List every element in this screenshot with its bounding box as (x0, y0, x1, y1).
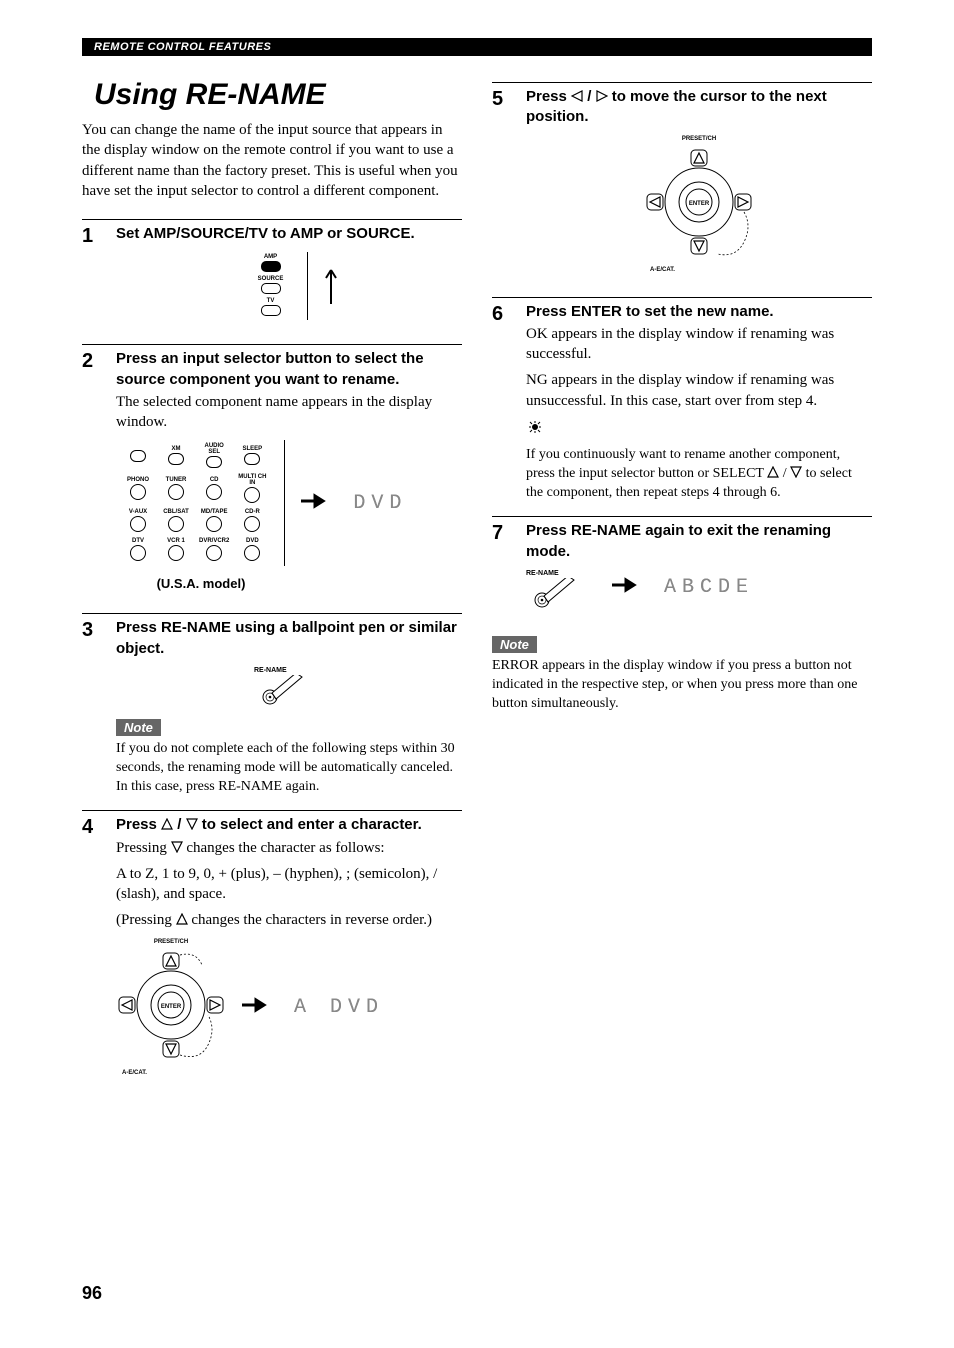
page-title: Using RE-NAME (94, 78, 462, 112)
step-6-tip-text: If you continuously want to rename anoth… (526, 446, 872, 503)
up-arrow-icon (324, 264, 338, 309)
step-4-diagram: PRESET/CH A-E/CAT. A DVD (116, 939, 462, 1076)
rename-label: RE-NAME (254, 667, 287, 674)
btn-cblsat-label: CBL/SAT (163, 509, 189, 515)
triangle-up-icon (161, 816, 173, 833)
dpad-graphic: PRESET/CH A-E/CAT. (116, 939, 226, 1076)
step-4-lcd: A DVD (294, 996, 384, 1019)
final-note-text: ERROR appears in the display window if y… (492, 657, 872, 714)
btn-tuner-label: TUNER (166, 477, 187, 483)
final-note-label: Note (492, 636, 537, 653)
rename-pen-button-graphic: RE-NAME (526, 570, 596, 606)
step-5-heading: Press / to move the cursor to the next p… (526, 87, 872, 128)
step-5-diagram: PRESET/CH A-E/CAT. (526, 136, 872, 273)
step-6-tip (526, 417, 872, 440)
step-1-number: 1 (82, 224, 102, 330)
page-content: Using RE-NAME You can change the name of… (82, 72, 872, 1100)
triangle-right-icon (596, 88, 608, 105)
step-4: 4 Press / to select and enter a characte… (82, 810, 462, 1085)
step-7: 7 Press RE-NAME again to exit the renami… (492, 516, 872, 616)
btn-cdr-label: CD-R (245, 509, 260, 515)
lightbulb-icon (526, 423, 544, 439)
step-3-heading: Press RE-NAME using a ballpoint pen or s… (116, 618, 462, 659)
triangle-down-icon (171, 840, 183, 856)
step-2-text: The selected component name appears in t… (116, 392, 462, 433)
step-3-diagram: RE-NAME (116, 667, 462, 703)
switch-amp-label: AMP (264, 254, 277, 260)
btn-audiosel-label: AUDIO SEL (205, 443, 224, 455)
triangle-left-icon (571, 88, 583, 105)
page-number: 96 (82, 1283, 102, 1304)
step-4-heading: Press / to select and enter a character. (116, 815, 462, 835)
step-2: 2 Press an input selector button to sele… (82, 344, 462, 599)
step-3-note-label: Note (116, 719, 161, 736)
step-2-lcd: DVD (353, 492, 407, 515)
step-7-heading: Press RE-NAME again to exit the renaming… (526, 521, 872, 562)
left-column: Using RE-NAME You can change the name of… (82, 72, 462, 1100)
btn-sleep-label: SLEEP (243, 446, 263, 452)
step-6-text1: OK appears in the display window if rena… (526, 324, 872, 365)
step-4-number: 4 (82, 815, 102, 1085)
btn-phono-label: PHONO (127, 477, 149, 483)
step-6-number: 6 (492, 302, 512, 503)
dpad-bot-label: A-E/CAT. (122, 1070, 226, 1076)
arrow-right-icon (242, 996, 278, 1019)
step-7-lcd: ABCDE (664, 576, 754, 599)
dpad-graphic: PRESET/CH A-E/CAT. (644, 136, 754, 273)
step-5: 5 Press / to move the cursor to the next… (492, 82, 872, 283)
section-header: REMOTE CONTROL FEATURES (82, 38, 872, 56)
step-4-line2: A to Z, 1 to 9, 0, + (plus), – (hyphen),… (116, 864, 462, 905)
arrow-right-icon (612, 576, 648, 599)
btn-multichin-label: MULTI CH IN (238, 474, 266, 486)
triangle-up-icon (767, 466, 779, 481)
model-caption: (U.S.A. model) (116, 576, 286, 591)
step-5-number: 5 (492, 87, 512, 283)
step-3: 3 Press RE-NAME using a ballpoint pen or… (82, 613, 462, 796)
btn-vaux-label: V-AUX (129, 509, 147, 515)
right-column: 5 Press / to move the cursor to the next… (492, 72, 872, 1100)
triangle-down-icon (790, 466, 802, 481)
step-2-number: 2 (82, 349, 102, 599)
btn-mdtape-label: MD/TAPE (201, 509, 228, 515)
step-4-line1: Pressing changes the character as follow… (116, 838, 462, 858)
dpad-bot-label: A-E/CAT. (650, 267, 754, 273)
input-selector-grid: XM AUDIO SEL SLEEP PHONO TUNER CD MULTI … (116, 440, 285, 566)
btn-dvd-label: DVD (246, 538, 259, 544)
step-6-text2: NG appears in the display window if rena… (526, 370, 872, 411)
triangle-up-icon (176, 912, 188, 928)
arrow-right-icon (301, 492, 337, 515)
btn-cd-label: CD (210, 477, 219, 483)
btn-xm-label: XM (172, 446, 181, 452)
step-1: 1 Set AMP/SOURCE/TV to AMP or SOURCE. AM… (82, 219, 462, 330)
step-1-heading: Set AMP/SOURCE/TV to AMP or SOURCE. (116, 224, 462, 244)
btn-dtv-label: DTV (132, 538, 144, 544)
btn-vcr1-label: VCR 1 (167, 538, 185, 544)
btn-dvrvcr2-label: DVR/VCR2 (199, 538, 229, 544)
step-1-diagram: AMP SOURCE TV (116, 252, 462, 320)
triangle-down-icon (186, 816, 198, 833)
step-2-heading: Press an input selector button to select… (116, 349, 462, 390)
step-3-note-text: If you do not complete each of the follo… (116, 740, 462, 797)
step-3-number: 3 (82, 618, 102, 796)
step-4-line3: (Pressing changes the characters in reve… (116, 910, 462, 930)
rename-label: RE-NAME (526, 570, 559, 577)
intro-paragraph: You can change the name of the input sou… (82, 120, 462, 201)
step-2-diagram: XM AUDIO SEL SLEEP PHONO TUNER CD MULTI … (116, 440, 462, 566)
rename-pen-button-graphic: RE-NAME (254, 667, 324, 703)
switch-source-label: SOURCE (258, 276, 284, 282)
step-7-number: 7 (492, 521, 512, 616)
step-6-heading: Press ENTER to set the new name. (526, 302, 872, 322)
final-note: Note ERROR appears in the display window… (492, 630, 872, 714)
btn-power-icon (130, 450, 146, 462)
switch-tv-label: TV (267, 298, 275, 304)
selector-switch-graphic: AMP SOURCE TV (241, 252, 308, 320)
step-7-diagram: RE-NAME ABCDE (526, 570, 872, 606)
step-6: 6 Press ENTER to set the new name. OK ap… (492, 297, 872, 503)
